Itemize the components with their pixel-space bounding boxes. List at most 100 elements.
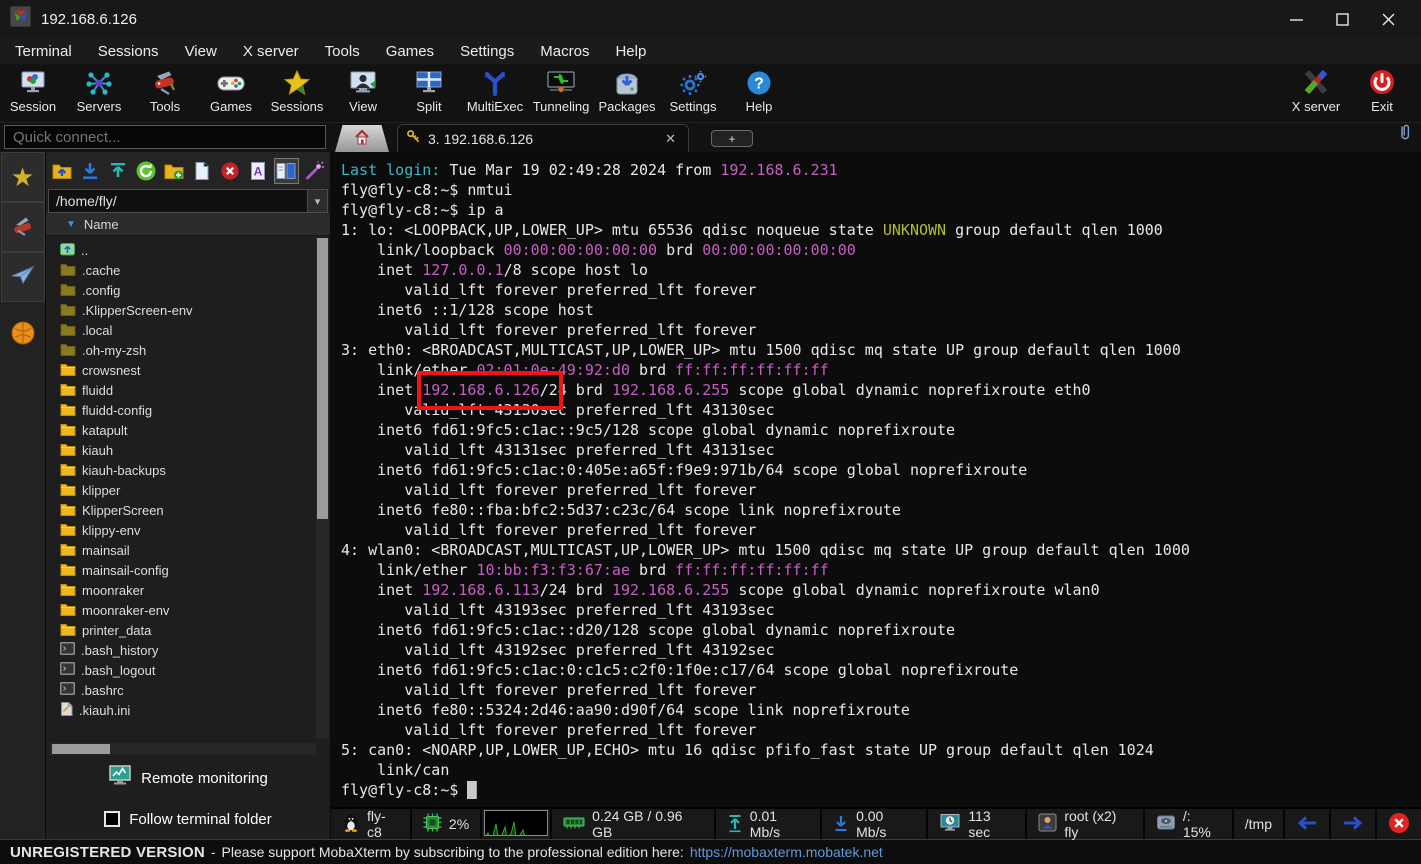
sessions-button[interactable]: Sessions: [264, 68, 330, 114]
tunneling-button[interactable]: Tunneling: [528, 68, 594, 114]
menu-help[interactable]: Help: [602, 40, 659, 63]
menu-sessions[interactable]: Sessions: [85, 40, 172, 63]
rename-icon[interactable]: A: [246, 158, 271, 184]
servers-button[interactable]: Servers: [66, 68, 132, 114]
wand-icon[interactable]: [302, 158, 327, 184]
view-icon: [349, 68, 377, 96]
folder-up-icon[interactable]: [49, 158, 74, 184]
file-row-klippy-env[interactable]: klippy-env: [60, 520, 330, 540]
terminal-line: valid_lft 43131sec preferred_lft 43131se…: [341, 440, 1421, 460]
terminal-line: valid_lft forever preferred_lft forever: [341, 320, 1421, 340]
file-row-fluidd[interactable]: fluidd: [60, 380, 330, 400]
file-row-klipper[interactable]: klipper: [60, 480, 330, 500]
file-row-katapult[interactable]: katapult: [60, 420, 330, 440]
vertical-scroll-thumb[interactable]: [317, 238, 328, 519]
status-activity-graph: [482, 809, 552, 839]
file-row-moonraker-env[interactable]: moonraker-env: [60, 600, 330, 620]
x-server-button[interactable]: X server: [1283, 68, 1349, 114]
terminal-line: valid_lft forever preferred_lft forever: [341, 680, 1421, 700]
file-row--oh-my-zsh[interactable]: .oh-my-zsh: [60, 340, 330, 360]
file-row-kiauh[interactable]: kiauh: [60, 440, 330, 460]
file-browser-panel: A /home/fly/ ▾ ▼ Name ...cache.config.Kl…: [45, 152, 330, 839]
settings-button[interactable]: Settings: [660, 68, 726, 114]
follow-terminal-folder-control[interactable]: Follow terminal folder: [46, 799, 330, 839]
refresh-icon[interactable]: [133, 158, 158, 184]
close-button[interactable]: [1365, 0, 1411, 38]
home-tab[interactable]: [335, 125, 389, 152]
help-button[interactable]: ?Help: [726, 68, 792, 114]
status-nav-right[interactable]: [1331, 809, 1377, 839]
menu-games[interactable]: Games: [373, 40, 447, 63]
path-dropdown-chevron-icon[interactable]: ▾: [307, 190, 327, 212]
menu-settings[interactable]: Settings: [447, 40, 527, 63]
file-row--kiauh-ini[interactable]: .kiauh.ini: [60, 700, 330, 720]
session-button[interactable]: Session: [0, 68, 66, 114]
strip-tools-button[interactable]: [1, 202, 45, 252]
file-row-mainsail[interactable]: mainsail: [60, 540, 330, 560]
tools-button[interactable]: Tools: [132, 68, 198, 114]
download-icon[interactable]: [77, 158, 102, 184]
file-row-mainsail-config[interactable]: mainsail-config: [60, 560, 330, 580]
file-name: klippy-env: [82, 523, 141, 538]
games-button[interactable]: Games: [198, 68, 264, 114]
new-tab-button[interactable]: +: [711, 130, 753, 147]
settings-label: Settings: [670, 99, 717, 114]
file-row-klipperscreen[interactable]: KlipperScreen: [60, 500, 330, 520]
status-close-terminal[interactable]: [1377, 809, 1421, 839]
globe-icon[interactable]: [10, 320, 36, 351]
maximize-button[interactable]: [1319, 0, 1365, 38]
file-browser-toolbar: A: [46, 152, 330, 189]
file-row-fluidd-config[interactable]: fluidd-config: [60, 400, 330, 420]
exit-button[interactable]: Exit: [1349, 68, 1415, 114]
quick-connect-input[interactable]: [4, 125, 326, 149]
terminal-line: valid_lft 43192sec preferred_lft 43192se…: [341, 640, 1421, 660]
remote-monitoring-button[interactable]: Remote monitoring: [46, 757, 330, 799]
terminal[interactable]: Last login: Tue Mar 19 02:49:28 2024 fro…: [331, 152, 1421, 807]
split-button[interactable]: Split: [396, 68, 462, 114]
current-path-input[interactable]: /home/fly/: [49, 193, 307, 209]
tab-close-icon[interactable]: ✕: [661, 131, 680, 147]
menu-x-server[interactable]: X server: [230, 40, 312, 63]
file-row--cache[interactable]: .cache: [60, 260, 330, 280]
tab-active-session[interactable]: 3. 192.168.6.126 ✕: [397, 124, 689, 152]
file-row--bashrc[interactable]: .bashrc: [60, 680, 330, 700]
file-row-kiauh-backups[interactable]: kiauh-backups: [60, 460, 330, 480]
minimize-button[interactable]: [1273, 0, 1319, 38]
upload-icon[interactable]: [105, 158, 130, 184]
file-row--bash-history[interactable]: .bash_history: [60, 640, 330, 660]
view-button[interactable]: View: [330, 68, 396, 114]
strip-sessions-button[interactable]: ★: [1, 152, 45, 202]
menu-macros[interactable]: Macros: [527, 40, 602, 63]
paperclip-icon[interactable]: [1397, 123, 1413, 148]
file-list-vertical-scrollbar[interactable]: [316, 238, 329, 739]
dual-pane-icon[interactable]: [274, 158, 299, 184]
file-row-printer-data[interactable]: printer_data: [60, 620, 330, 640]
file-row-moonraker[interactable]: moonraker: [60, 580, 330, 600]
terminal-line: valid_lft forever preferred_lft forever: [341, 520, 1421, 540]
terminal-line: inet6 fd61:9fc5:c1ac:0:c1c5:c2f0:1f0e:c1…: [341, 660, 1421, 680]
delete-icon[interactable]: [218, 158, 243, 184]
file-row--bash-logout[interactable]: .bash_logout: [60, 660, 330, 680]
follow-terminal-checkbox[interactable]: [104, 811, 120, 827]
games-icon: [216, 68, 246, 96]
strip-macros-button[interactable]: [1, 252, 45, 302]
file-row--local[interactable]: .local: [60, 320, 330, 340]
menu-view[interactable]: View: [172, 40, 230, 63]
menu-tools[interactable]: Tools: [312, 40, 373, 63]
multiexec-button[interactable]: MultiExec: [462, 68, 528, 114]
new-folder-icon[interactable]: [161, 158, 186, 184]
file-list-horizontal-scrollbar[interactable]: [50, 743, 316, 755]
new-file-icon[interactable]: [189, 158, 214, 184]
mobatek-link[interactable]: https://mobaxterm.mobatek.net: [690, 844, 883, 860]
file-row--config[interactable]: .config: [60, 280, 330, 300]
status-nav-left[interactable]: [1285, 809, 1331, 839]
file-row-crowsnest[interactable]: crowsnest: [60, 360, 330, 380]
name-column-header[interactable]: ▼ Name: [46, 213, 330, 236]
menu-terminal[interactable]: Terminal: [2, 40, 85, 63]
close-terminal-icon: [1388, 812, 1410, 837]
file-row--[interactable]: ..: [60, 240, 330, 260]
servers-icon: [85, 68, 113, 96]
file-row--klipperscreen-env[interactable]: .KlipperScreen-env: [60, 300, 330, 320]
packages-button[interactable]: Packages: [594, 68, 660, 114]
horizontal-scroll-thumb[interactable]: [52, 744, 110, 754]
